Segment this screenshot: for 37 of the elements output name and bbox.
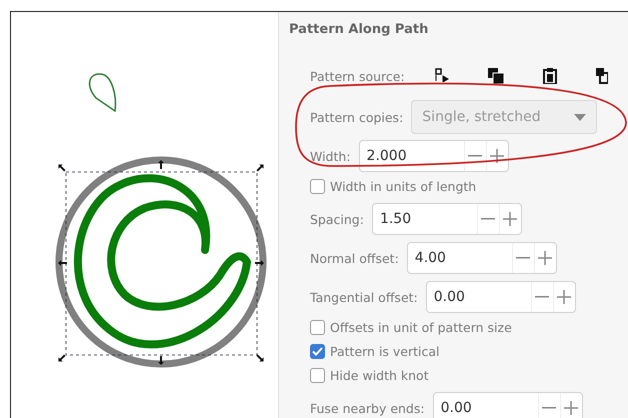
spin-field[interactable]: 0.00	[426, 281, 576, 313]
spin-field[interactable]: 0.00	[432, 392, 583, 418]
checkbox[interactable]	[310, 344, 325, 358]
checkbox[interactable]	[310, 178, 325, 194]
checkbox[interactable]	[310, 320, 325, 334]
panel-title: Pattern Along Path	[289, 21, 430, 39]
plus-icon	[538, 251, 552, 265]
field-label: Fuse nearby ends:	[310, 400, 425, 416]
field-label: Normal offset:	[310, 250, 399, 266]
minus-icon	[535, 296, 550, 298]
paste-icon[interactable]	[542, 68, 557, 84]
checkbox-label: Offsets in unit of pattern size	[330, 320, 512, 334]
plus-icon	[490, 149, 504, 163]
checkbox-label: Hide width knot	[330, 368, 429, 382]
field-label: Spacing:	[310, 212, 364, 226]
spin-field[interactable]: 4.00	[406, 242, 557, 274]
field-label: Width:	[310, 148, 351, 164]
checkbox-label: Pattern is vertical	[330, 344, 440, 358]
link-icon[interactable]	[596, 68, 608, 84]
minus-icon	[542, 407, 556, 409]
teardrop-shape	[88, 73, 116, 112]
field-label: Pattern source:	[310, 68, 405, 84]
minus-icon	[468, 155, 482, 157]
plus-icon	[503, 212, 518, 226]
minus-icon	[516, 257, 530, 259]
copy-icon[interactable]	[488, 68, 504, 84]
edit-path-icon[interactable]	[434, 68, 449, 82]
checkbox-label: Width in units of length	[330, 178, 476, 194]
plus-icon	[557, 290, 572, 304]
checkbox[interactable]	[310, 368, 325, 382]
spin-field[interactable]: 1.50	[372, 203, 522, 235]
minus-icon	[481, 218, 496, 220]
field-label: Tangential offset:	[310, 290, 418, 304]
plus-icon	[564, 401, 578, 415]
caret-icon	[574, 114, 586, 120]
spin-field[interactable]: 2.000	[358, 140, 509, 172]
field-label: Pattern copies:	[310, 110, 404, 124]
